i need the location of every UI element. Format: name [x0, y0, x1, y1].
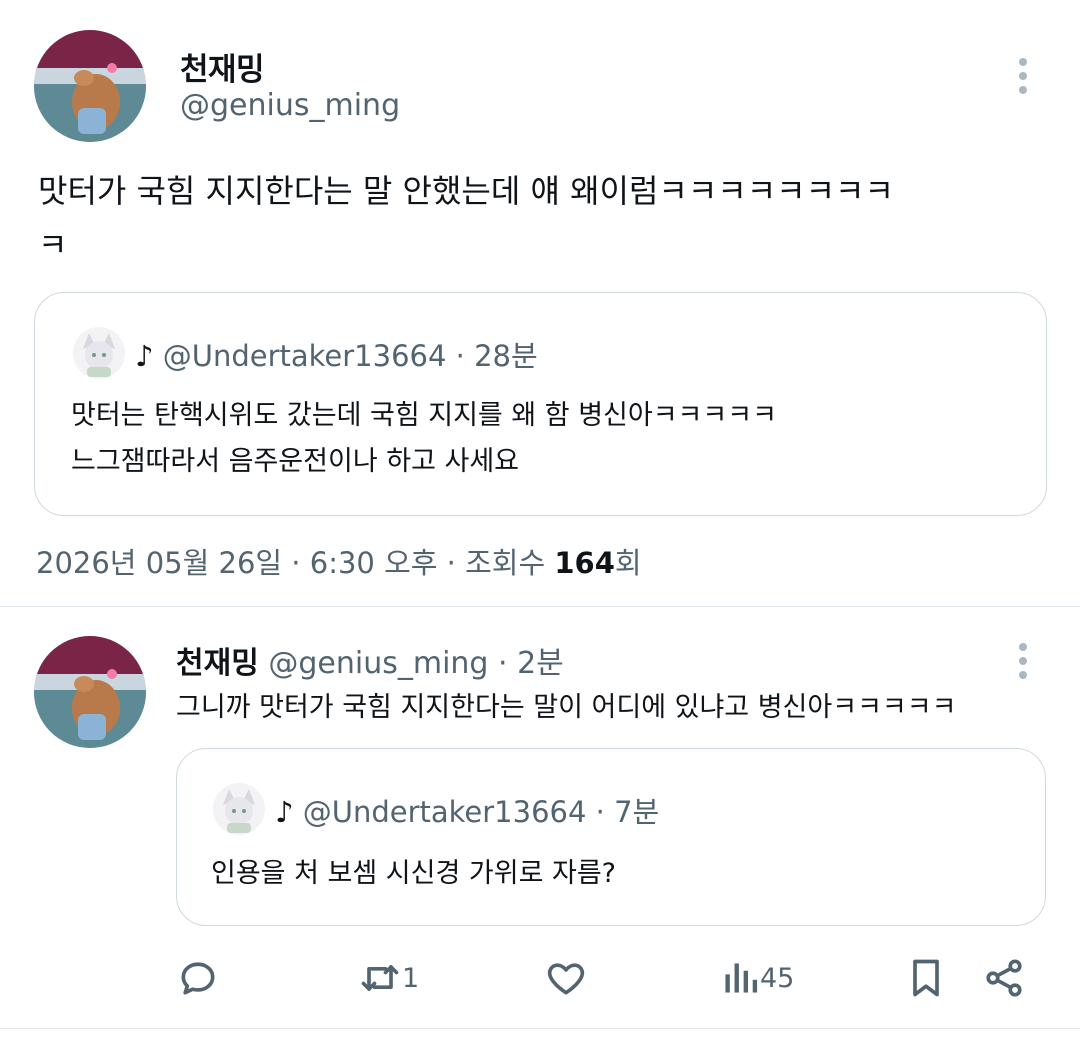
reply-author-handle[interactable]: @genius_ming: [268, 646, 488, 681]
reply-quoted-text: 인용을 처 보셈 시신경 가위로 자름?: [211, 858, 617, 889]
divider: [0, 1028, 1080, 1029]
divider: [0, 606, 1080, 607]
tweet-text: 맛터가 국힘 지지한다는 말 안했는데 얘 왜이럼ㅋㅋㅋㅋㅋㅋㅋㅋ ㅋ: [38, 164, 1048, 272]
reply-author-display-name[interactable]: 천재밍: [176, 646, 259, 681]
note-icon: ♪: [135, 339, 154, 373]
quoted-tweet[interactable]: ♪ @Undertaker13664 · 28분 맛터는 탄핵시위도 갔는데 국…: [34, 292, 1047, 516]
share-icon: [986, 959, 1022, 997]
more-options-icon[interactable]: [1018, 58, 1028, 100]
reply-header: 천재밍 @genius_ming · 2분: [176, 638, 564, 682]
tweet-timestamp[interactable]: 2026년 05월 26일 · 6:30 오후 · 조회수: [36, 546, 554, 580]
retweet-button[interactable]: 1: [358, 956, 419, 1000]
retweet-icon: [361, 965, 399, 991]
quoted-text-line: 느그잼따라서 음주운전이나 하고 사세요: [71, 446, 520, 477]
reply-icon: [181, 962, 215, 995]
retweet-count: 1: [402, 962, 420, 994]
views-suffix: 회: [614, 546, 642, 580]
reply-more-options-icon[interactable]: [1018, 643, 1028, 685]
author-avatar[interactable]: [34, 30, 146, 142]
author-display-name[interactable]: 천재밍: [180, 44, 265, 89]
tweet-text-line: ㅋ: [38, 226, 68, 264]
bookmark-button[interactable]: [904, 956, 948, 1000]
reply-quoted-author-avatar: [213, 783, 265, 835]
views-count: 45: [760, 962, 795, 994]
reply-quoted-header: ♪ @Undertaker13664 · 7분: [275, 789, 659, 831]
reply-quoted-timestamp: · 7분: [595, 795, 660, 829]
reply-text: 그니까 맛터가 국힘 지지한다는 말이 어디에 있냐고 병신아ㅋㅋㅋㅋㅋ: [176, 692, 957, 723]
heart-icon: [547, 963, 585, 995]
quoted-header: ♪ @Undertaker13664 · 28분: [135, 333, 538, 375]
views-button[interactable]: 45: [720, 956, 794, 1000]
quoted-text: 맛터는 탄핵시위도 갔는데 국힘 지지를 왜 함 병신아ㅋㅋㅋㅋㅋ 느그잼따라서…: [71, 393, 777, 485]
reply-timestamp: · 2분: [498, 646, 564, 681]
reply-button[interactable]: [176, 956, 220, 1000]
quoted-author-avatar: [73, 327, 125, 379]
like-button[interactable]: [544, 956, 588, 1000]
author-handle[interactable]: @genius_ming: [180, 88, 400, 123]
reply-author-avatar[interactable]: [34, 636, 146, 748]
tweet-text-line: 맛터가 국힘 지지한다는 말 안했는데 얘 왜이럼ㅋㅋㅋㅋㅋㅋㅋㅋ: [38, 172, 894, 210]
tweet-meta: 2026년 05월 26일 · 6:30 오후 · 조회수 164회: [36, 540, 642, 582]
reply-quoted-author-handle[interactable]: @Undertaker13664: [303, 795, 587, 829]
bookmark-icon: [913, 959, 939, 997]
quoted-timestamp: · 28분: [455, 339, 538, 373]
quoted-text-line: 맛터는 탄핵시위도 갔는데 국힘 지지를 왜 함 병신아ㅋㅋㅋㅋㅋ: [71, 400, 777, 431]
note-icon: ♪: [275, 795, 294, 829]
views-icon: [725, 963, 758, 993]
share-button[interactable]: [982, 956, 1026, 1000]
reply-quoted-tweet[interactable]: ♪ @Undertaker13664 · 7분 인용을 처 보셈 시신경 가위로…: [176, 748, 1046, 926]
views-count: 164: [554, 546, 615, 580]
quoted-author-handle[interactable]: @Undertaker13664: [163, 339, 447, 373]
